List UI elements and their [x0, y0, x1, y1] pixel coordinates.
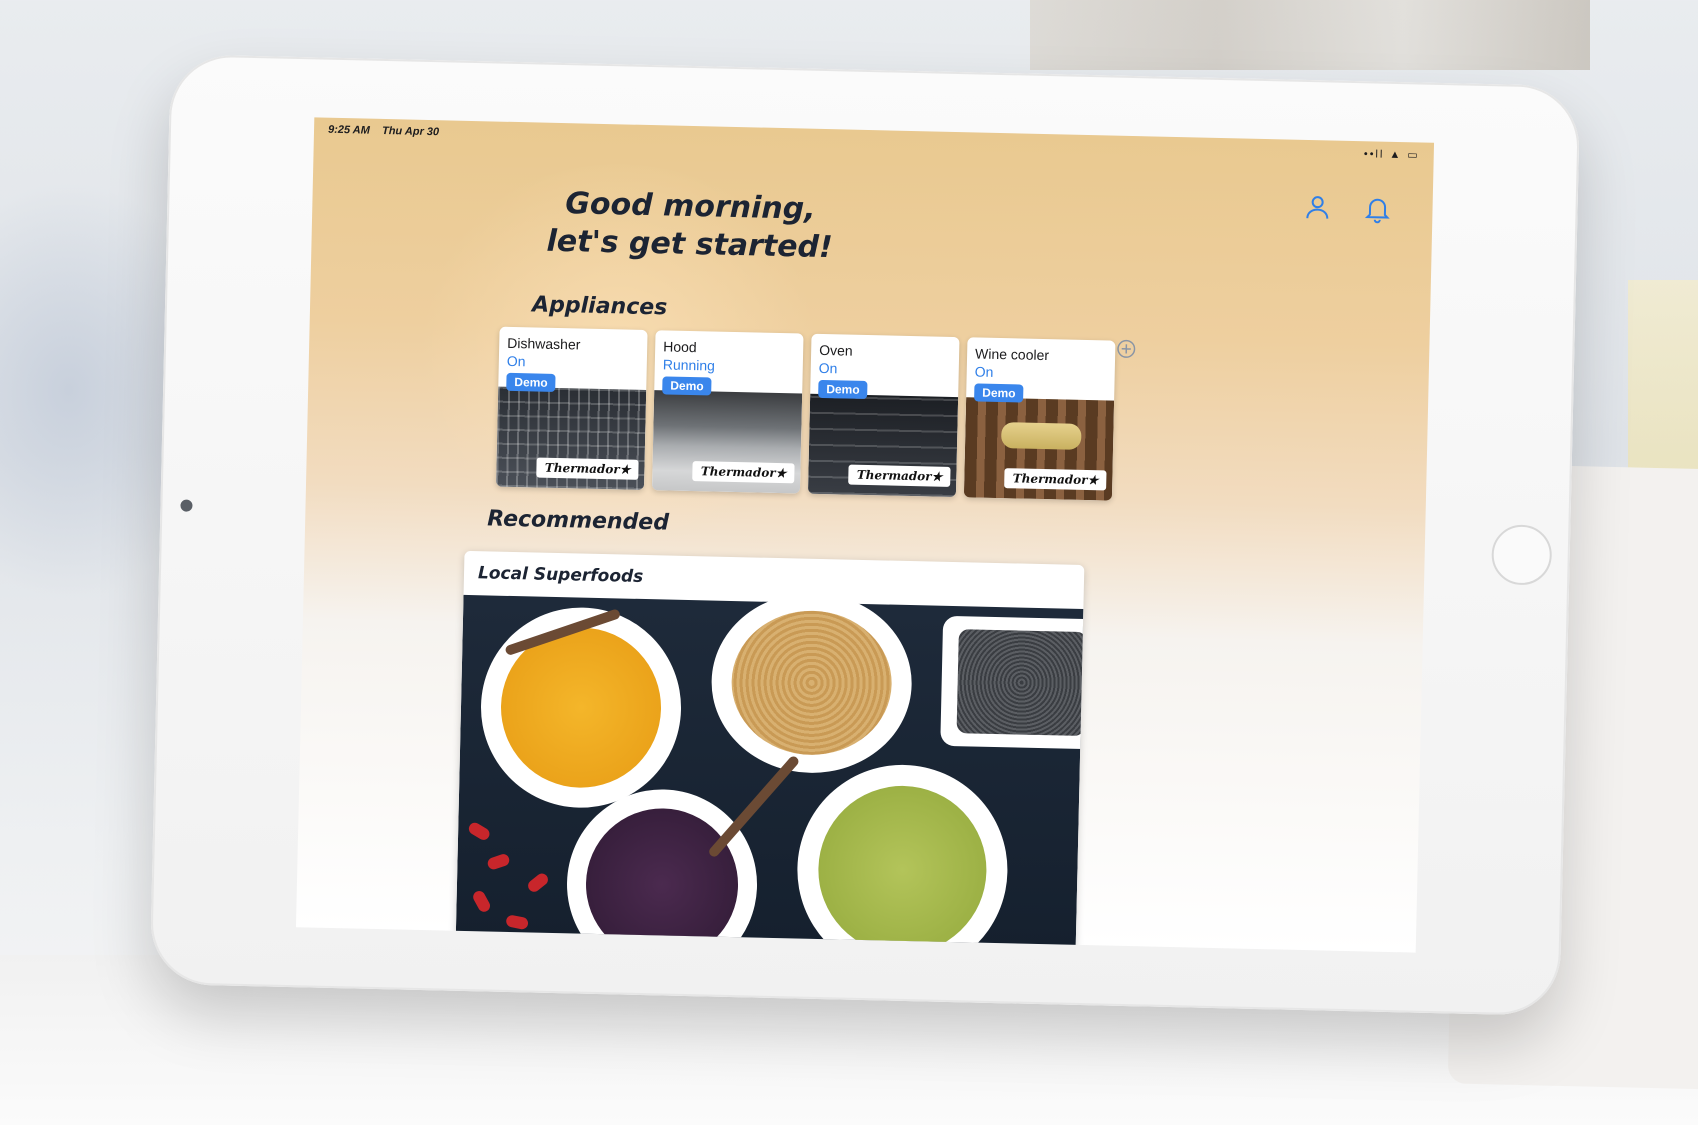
- wine-bottle: [1001, 422, 1082, 450]
- appliance-status: On: [506, 352, 526, 370]
- card-header: Oven On Demo: [818, 341, 869, 400]
- recommended-card[interactable]: Local Superfoods: [455, 550, 1085, 953]
- recommended-card-title: Local Superfoods: [477, 563, 644, 587]
- demo-badge: Demo: [818, 379, 868, 400]
- plus-circle-icon[interactable]: [1115, 338, 1137, 360]
- acai-bowl: [564, 787, 760, 953]
- goji-berry: [466, 820, 492, 843]
- top-actions: [1302, 192, 1393, 224]
- chia-seeds: [956, 629, 1085, 737]
- matcha-powder: [816, 784, 989, 953]
- appliance-name: Hood: [663, 338, 697, 356]
- status-time: 9:25 AM: [327, 123, 370, 137]
- appliances-heading: Appliances: [531, 292, 668, 321]
- brand-logo: Thermador★: [1004, 468, 1107, 491]
- profile-icon[interactable]: [1302, 192, 1333, 223]
- bell-icon[interactable]: [1362, 193, 1393, 224]
- status-indicators: ••ll ▲ ▭: [1363, 148, 1420, 162]
- appliance-status: On: [974, 363, 994, 380]
- brand-logo: Thermador★: [536, 457, 639, 480]
- greeting-title: Good morning, let's get started!: [546, 185, 834, 267]
- grains: [730, 609, 894, 757]
- greeting-line-1: Good morning,: [564, 186, 817, 227]
- turmeric-bowl: [478, 605, 684, 810]
- goji-berry: [525, 871, 551, 895]
- brand-logo: Thermador★: [692, 461, 795, 484]
- greeting-line-2: let's get started!: [546, 223, 834, 266]
- appliance-status: On: [818, 359, 838, 377]
- app-screen: 9:25 AM Thu Apr 30 ••ll ▲ ▭ Good morning…: [295, 117, 1435, 953]
- demo-badge: Demo: [506, 372, 556, 392]
- recommended-heading: Recommended: [486, 506, 670, 536]
- acai-powder: [584, 806, 740, 953]
- grain-bowl: [709, 590, 914, 776]
- appliance-card-oven[interactable]: Oven On Demo Thermador★: [807, 333, 960, 498]
- appliance-card-dishwasher[interactable]: Dishwasher On Demo Thermador★: [496, 326, 648, 490]
- status-bar-time: 9:25 AM Thu Apr 30: [328, 124, 439, 139]
- goji-berry: [505, 914, 530, 931]
- demo-badge: Demo: [662, 376, 712, 396]
- goji-berry: [471, 888, 493, 914]
- oven-photo: Thermador★: [807, 393, 959, 498]
- camera-icon: [180, 499, 193, 512]
- appliance-name: Oven: [819, 341, 853, 359]
- ipad-frame: 9:25 AM Thu Apr 30 ••ll ▲ ▭ Good morning…: [149, 54, 1581, 1016]
- appliance-card-wine-cooler[interactable]: Wine cooler On Demo Thermador★: [963, 337, 1116, 501]
- goji-berry: [486, 852, 511, 871]
- superfoods-photo: [455, 590, 1085, 953]
- appliance-status: Running: [662, 356, 716, 374]
- background-stand: [1030, 0, 1590, 70]
- appliance-card-hood[interactable]: Hood Running Demo Thermador★: [651, 330, 804, 494]
- dishwasher-photo: Thermador★: [496, 386, 647, 490]
- appliance-name: Wine cooler: [974, 345, 1050, 364]
- matcha-bowl: [795, 762, 1010, 953]
- card-header: Dishwasher On Demo: [506, 334, 581, 393]
- appliance-name: Dishwasher: [507, 334, 581, 353]
- wooden-spoon: [707, 754, 801, 859]
- ipad-device: 9:25 AM Thu Apr 30 ••ll ▲ ▭ Good morning…: [149, 54, 1698, 1091]
- brand-logo: Thermador★: [848, 464, 951, 487]
- card-header: Hood Running Demo: [662, 338, 716, 396]
- home-button[interactable]: [1491, 524, 1553, 586]
- appliance-list: Dishwasher On Demo Thermador★ Hood Runni…: [496, 326, 1116, 501]
- card-header: Wine cooler On Demo: [974, 345, 1049, 403]
- chia-bowl: [940, 615, 1085, 750]
- status-date: Thu Apr 30: [381, 124, 440, 139]
- hood-photo: Thermador★: [651, 390, 803, 494]
- wine-cooler-photo: Thermador★: [963, 397, 1115, 501]
- demo-badge: Demo: [974, 383, 1024, 403]
